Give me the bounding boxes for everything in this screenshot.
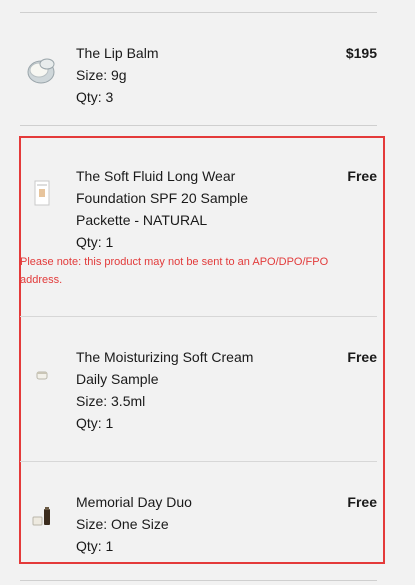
- item-qty: Qty: 1: [76, 538, 114, 554]
- bottom-divider: [20, 580, 377, 581]
- item-title-line-3: Packette - NATURAL: [76, 212, 208, 228]
- item-price: $195: [345, 45, 377, 61]
- item-qty: Qty: 3: [76, 89, 114, 105]
- item-price: Free: [347, 168, 377, 184]
- cream-sample-icon: [25, 360, 57, 392]
- item-qty: Qty: 1: [76, 234, 114, 250]
- item-price: Free: [347, 494, 377, 510]
- lip-balm-jar-icon: [25, 54, 57, 86]
- item-qty: Qty: 1: [76, 415, 114, 431]
- item-size: Size: One Size: [76, 516, 169, 532]
- item-title: The Lip Balm: [76, 45, 159, 61]
- shipping-restriction-note: Please note: this product may not be sen…: [20, 256, 329, 286]
- section-divider: [20, 125, 377, 126]
- item-title-line-1: The Soft Fluid Long Wear: [76, 168, 236, 184]
- item-size: Size: 3.5ml: [76, 393, 146, 409]
- section-divider: [20, 461, 377, 462]
- cart-item-lip-balm: The Lip Balm Size: 9g Qty: 3 $195: [20, 42, 377, 112]
- item-title-line-1: The Moisturizing Soft Cream: [76, 349, 254, 365]
- item-title-line-2: Foundation SPF 20 Sample: [76, 190, 248, 206]
- cart-item-cream-sample: The Moisturizing Soft Cream Daily Sample…: [20, 346, 377, 436]
- foundation-packette-icon: [25, 177, 57, 209]
- item-price: Free: [347, 349, 377, 365]
- item-size: Size: 9g: [76, 67, 127, 83]
- duo-kit-icon: [25, 503, 57, 535]
- cart-item-foundation-sample: The Soft Fluid Long Wear Foundation SPF …: [20, 165, 377, 286]
- top-divider: [20, 12, 377, 13]
- cart-item-memorial-day-duo: Memorial Day Duo Size: One Size Qty: 1 F…: [20, 491, 377, 561]
- section-divider: [20, 316, 377, 317]
- item-title-line-2: Daily Sample: [76, 371, 159, 387]
- item-title: Memorial Day Duo: [76, 494, 192, 510]
